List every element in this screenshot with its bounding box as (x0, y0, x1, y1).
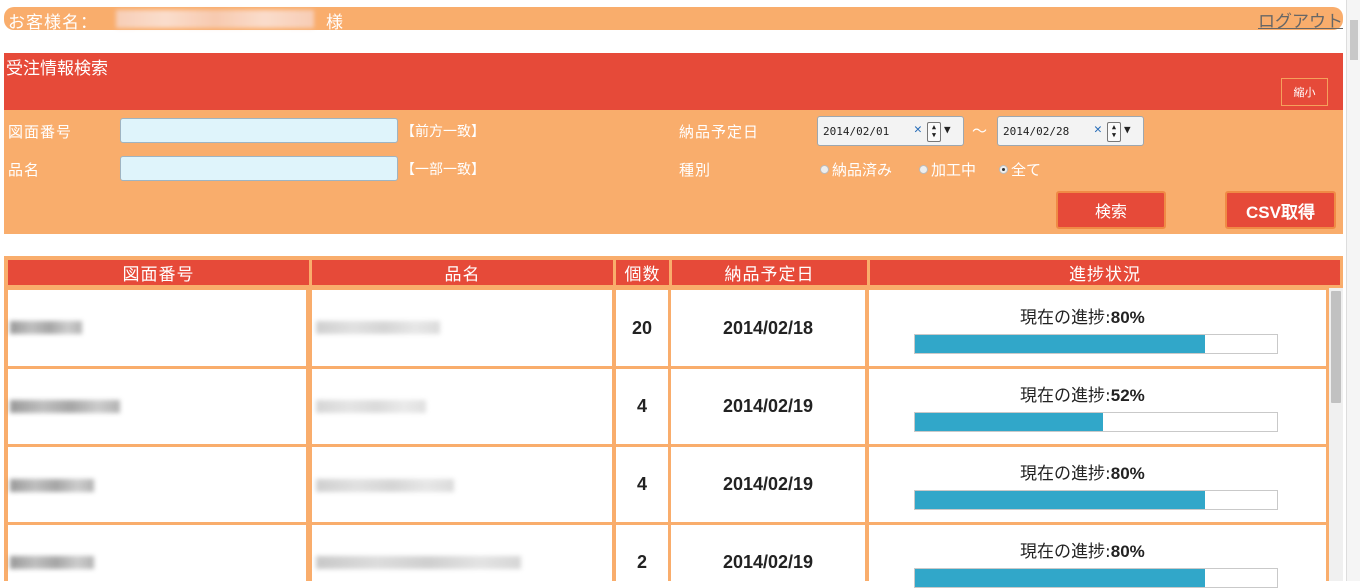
progress-cell: 現在の進捗:80% (869, 290, 1326, 366)
progress-bar (914, 568, 1278, 588)
radio-delivered-label: 納品済み (832, 161, 893, 179)
product-name-redacted (316, 556, 521, 569)
progress-value: 80% (1110, 308, 1145, 327)
progress-value: 80% (1110, 464, 1145, 483)
progress-prefix: 現在の進捗: (1020, 308, 1111, 328)
progress-label: 現在の進捗:52% (1020, 381, 1145, 406)
table-scrollbar-thumb[interactable] (1331, 291, 1341, 403)
table-cell (312, 369, 612, 444)
progress-prefix: 現在の進捗: (1020, 464, 1111, 484)
delivery-date-cell: 2014/02/19 (671, 525, 865, 581)
column-header-progress: 進捗状況 (870, 260, 1340, 285)
date-to-value: 2014/02/28 (1003, 125, 1070, 138)
column-header-quantity: 個数 (616, 260, 669, 285)
progress-bar (914, 334, 1278, 354)
radio-delivered[interactable]: 納品済み (820, 159, 892, 180)
progress-value: 80% (1110, 542, 1145, 561)
drawing-number-hint: 【前方一致】 (401, 124, 485, 140)
progress-bar-fill (915, 491, 1205, 509)
clear-icon[interactable]: ✕ (1094, 122, 1102, 137)
csv-download-button[interactable]: CSV取得 (1225, 191, 1336, 229)
customer-name-redacted (116, 10, 314, 28)
drawing-number-redacted (10, 479, 94, 492)
quantity-cell: 20 (616, 290, 668, 366)
date-range-separator: ～ (972, 122, 988, 140)
column-header-drawing-number: 図面番号 (8, 260, 309, 285)
delivery-date-label: 納品予定日 (679, 123, 760, 141)
progress-label: 現在の進捗:80% (1020, 303, 1145, 328)
product-name-redacted (316, 479, 454, 492)
customer-bar: お客様名： 様 ログアウト (4, 7, 1343, 33)
collapse-button[interactable]: 縮小 (1281, 78, 1328, 106)
quantity-cell: 4 (616, 369, 668, 444)
quantity-cell: 2 (616, 525, 668, 581)
radio-button-icon[interactable] (999, 165, 1008, 174)
table-row (8, 369, 306, 444)
drawing-number-input[interactable] (120, 118, 398, 143)
logout-link[interactable]: ログアウト (1258, 7, 1343, 32)
progress-cell: 現在の進捗:80% (869, 525, 1326, 588)
column-header-delivery-date: 納品予定日 (672, 260, 867, 285)
product-name-redacted (316, 400, 426, 413)
radio-processing-label: 加工中 (931, 161, 977, 179)
radio-processing[interactable]: 加工中 (919, 159, 976, 180)
progress-bar-fill (915, 335, 1205, 353)
spinner-icon[interactable]: ▲ ▼ (1107, 122, 1121, 142)
type-label: 種別 (679, 161, 712, 179)
drawing-number-redacted (10, 321, 82, 334)
progress-prefix: 現在の進捗: (1020, 542, 1111, 562)
quantity-cell: 4 (616, 447, 668, 522)
search-panel-title: 受注情報検索 (6, 59, 108, 79)
delivery-date-cell: 2014/02/19 (671, 369, 865, 444)
date-from-input[interactable]: 2014/02/01 ✕ ▲ ▼ ▼ (817, 116, 964, 146)
page-scrollbar-thumb[interactable] (1350, 20, 1358, 60)
table-row (8, 525, 306, 581)
progress-label: 現在の進捗:80% (1020, 537, 1145, 562)
product-name-label: 品名 (8, 161, 41, 179)
radio-all[interactable]: 全て (999, 159, 1041, 180)
dropdown-arrow-icon[interactable]: ▼ (1124, 123, 1131, 136)
search-button[interactable]: 検索 (1056, 191, 1166, 229)
table-row (8, 447, 306, 522)
progress-cell: 現在の進捗:80% (869, 447, 1326, 522)
column-header-product-name: 品名 (312, 260, 613, 285)
table-cell (312, 525, 612, 581)
progress-bar (914, 412, 1278, 432)
customer-honorific: 様 (326, 13, 343, 33)
drawing-number-redacted (10, 400, 120, 413)
product-name-input[interactable] (120, 156, 398, 181)
drawing-number-redacted (10, 556, 94, 569)
delivery-date-cell: 2014/02/18 (671, 290, 865, 366)
spinner-icon[interactable]: ▲ ▼ (927, 122, 941, 142)
customer-label: お客様名： (8, 13, 98, 33)
clear-icon[interactable]: ✕ (914, 122, 922, 137)
drawing-number-label: 図面番号 (8, 123, 73, 141)
progress-bar-fill (915, 569, 1205, 587)
product-name-hint: 【一部一致】 (401, 162, 485, 178)
progress-prefix: 現在の進捗: (1020, 386, 1111, 406)
radio-button-icon[interactable] (919, 165, 928, 174)
progress-bar (914, 490, 1278, 510)
page-scrollbar[interactable] (1346, 0, 1360, 581)
radio-button-icon[interactable] (820, 165, 829, 174)
search-panel-header: 受注情報検索 (4, 53, 1343, 110)
dropdown-arrow-icon[interactable]: ▼ (944, 123, 951, 136)
date-from-value: 2014/02/01 (823, 125, 890, 138)
progress-label: 現在の進捗:80% (1020, 459, 1145, 484)
table-cell (312, 290, 612, 366)
progress-cell: 現在の進捗:52% (869, 369, 1326, 444)
product-name-redacted (316, 321, 440, 334)
radio-all-label: 全て (1011, 161, 1042, 179)
table-scrollbar[interactable] (1329, 288, 1343, 581)
progress-bar-fill (915, 413, 1104, 431)
date-to-input[interactable]: 2014/02/28 ✕ ▲ ▼ ▼ (997, 116, 1144, 146)
progress-value: 52% (1110, 386, 1145, 405)
table-cell (312, 447, 612, 522)
delivery-date-cell: 2014/02/19 (671, 447, 865, 522)
table-row (8, 290, 306, 366)
